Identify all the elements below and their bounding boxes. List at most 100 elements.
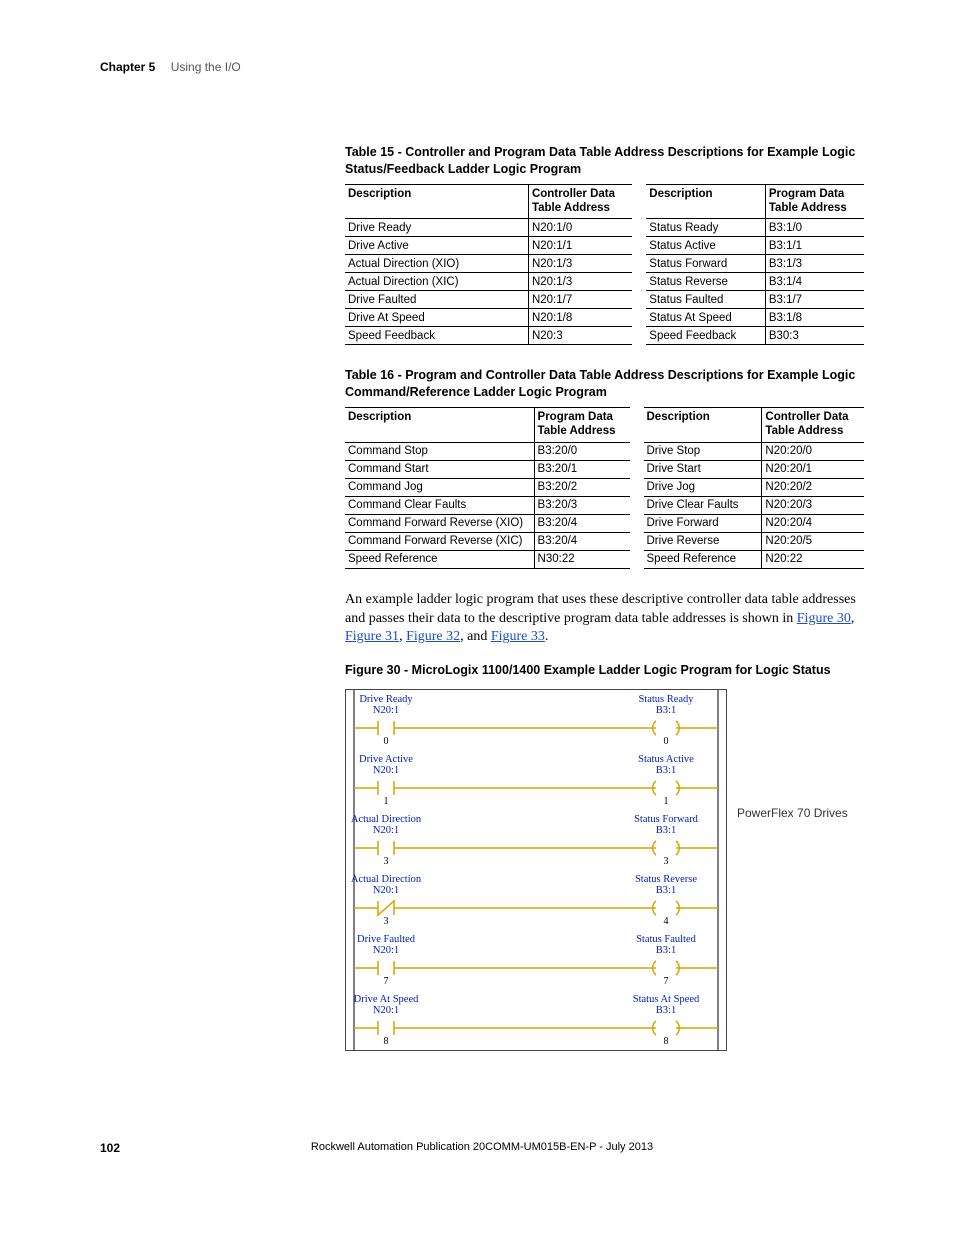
publication-line: Rockwell Automation Publication 20COMM-U… (311, 1141, 653, 1153)
cell: Speed Reference (345, 550, 534, 568)
table15-left-body: Drive Ready N20:1/0 Drive Active N20:1/1… (345, 219, 632, 345)
table-row: Command Start B3:20/1 (345, 460, 630, 478)
cell: B3:1/7 (765, 291, 864, 309)
table16: Description Program Data Table Address C… (345, 407, 864, 569)
cell: Command Stop (345, 442, 534, 460)
table15-right: Description Program Data Table Address S… (646, 184, 864, 346)
table16-title: Table 16 - Program and Controller Data T… (345, 367, 864, 401)
table15-title: Table 15 - Controller and Program Data T… (345, 144, 864, 178)
chapter-title: Using the I/O (171, 60, 241, 74)
table-row: Status Faulted B3:1/7 (646, 291, 864, 309)
table-row: Status Ready B3:1/0 (646, 219, 864, 237)
rung-left-bit: 3 (376, 856, 396, 867)
cell: N30:22 (534, 550, 629, 568)
cell: B3:1/3 (765, 255, 864, 273)
table-row: Actual Direction (XIC) N20:1/3 (345, 273, 632, 291)
rung-right-bit: 4 (656, 916, 676, 927)
link-figure31[interactable]: Figure 31 (345, 629, 399, 644)
table-row: Drive Ready N20:1/0 (345, 219, 632, 237)
rung-right-label: Status FaultedB3:1 (616, 934, 716, 956)
cell: Drive Clear Faults (644, 496, 762, 514)
cell: N20:20/0 (762, 442, 864, 460)
page-footer: 102 Rockwell Automation Publication 20CO… (100, 1141, 864, 1153)
cell: Command Forward Reverse (XIC) (345, 532, 534, 550)
rung-left-label: Actual DirectionN20:1 (341, 874, 431, 896)
cell: Drive Active (345, 237, 528, 255)
table15-left: Description Controller Data Table Addres… (345, 184, 632, 346)
col-head: Description (646, 184, 765, 219)
rung-right-bit: 7 (656, 976, 676, 987)
rung-left-bit: 3 (376, 916, 396, 927)
cell: N20:3 (528, 327, 632, 345)
table-row: Command Stop B3:20/0 (345, 442, 630, 460)
col-head: Description (345, 408, 534, 443)
cell: B3:20/4 (534, 514, 629, 532)
table-row: Drive Stop N20:20/0 (644, 442, 865, 460)
col-head: Program Data Table Address (534, 408, 629, 443)
table-row: Status At Speed B3:1/8 (646, 309, 864, 327)
link-figure32[interactable]: Figure 32 (406, 629, 460, 644)
ladder-rung: Actual DirectionN20:1 3 Status ReverseB3… (346, 870, 726, 930)
body-paragraph: An example ladder logic program that use… (345, 591, 864, 648)
rung-right-label: Status ForwardB3:1 (616, 814, 716, 836)
table15: Description Controller Data Table Addres… (345, 184, 864, 346)
table-row: Drive Forward N20:20/4 (644, 514, 865, 532)
table-row: Drive At Speed N20:1/8 (345, 309, 632, 327)
cell: B3:1/1 (765, 237, 864, 255)
cell: Drive Faulted (345, 291, 528, 309)
cell: Speed Feedback (345, 327, 528, 345)
cell: Drive At Speed (345, 309, 528, 327)
rung-left-label: Drive ActiveN20:1 (341, 754, 431, 776)
cell: N20:1/3 (528, 255, 632, 273)
col-head: Description (644, 408, 762, 443)
cell: B3:1/8 (765, 309, 864, 327)
cell: Speed Reference (644, 550, 762, 568)
cell: N20:20/3 (762, 496, 864, 514)
cell: B3:20/0 (534, 442, 629, 460)
cell: Command Forward Reverse (XIO) (345, 514, 534, 532)
rung-right-label: Status ActiveB3:1 (616, 754, 716, 776)
table-row: Drive Jog N20:20/2 (644, 478, 865, 496)
table-row: Speed Reference N20:22 (644, 550, 865, 568)
rung-right-label: Status At SpeedB3:1 (616, 994, 716, 1016)
cell: N20:20/4 (762, 514, 864, 532)
table-row: Command Clear Faults B3:20/3 (345, 496, 630, 514)
rung-right-bit: 0 (656, 736, 676, 747)
cell: Speed Feedback (646, 327, 765, 345)
table-row: Speed Feedback B30:3 (646, 327, 864, 345)
cell: Drive Ready (345, 219, 528, 237)
rung-right-bit: 1 (656, 796, 676, 807)
rung-left-bit: 0 (376, 736, 396, 747)
table16-right: Description Controller Data Table Addres… (644, 407, 865, 569)
table-row: Speed Feedback N20:3 (345, 327, 632, 345)
cell: B30:3 (765, 327, 864, 345)
figure30-title: Figure 30 - MicroLogix 1100/1400 Example… (345, 663, 864, 677)
cell: B3:20/3 (534, 496, 629, 514)
cell: Command Start (345, 460, 534, 478)
link-figure30[interactable]: Figure 30 (797, 611, 851, 626)
ladder-rung: Drive At SpeedN20:1 8 Status At SpeedB3:… (346, 990, 726, 1050)
cell: Actual Direction (XIC) (345, 273, 528, 291)
cell: N20:1/8 (528, 309, 632, 327)
cell: N20:1/7 (528, 291, 632, 309)
cell: Status Faulted (646, 291, 765, 309)
cell: N20:1/3 (528, 273, 632, 291)
cell: N20:20/1 (762, 460, 864, 478)
chapter-label: Chapter 5 (100, 60, 155, 74)
link-figure33[interactable]: Figure 33 (491, 629, 545, 644)
rung-left-bit: 7 (376, 976, 396, 987)
col-head: Program Data Table Address (765, 184, 864, 219)
rung-left-label: Actual DirectionN20:1 (341, 814, 431, 836)
table-row: Drive Clear Faults N20:20/3 (644, 496, 865, 514)
cell: Drive Start (644, 460, 762, 478)
table-row: Drive Active N20:1/1 (345, 237, 632, 255)
table16-left: Description Program Data Table Address C… (345, 407, 630, 569)
table-row: Command Forward Reverse (XIC) B3:20/4 (345, 532, 630, 550)
cell: Drive Forward (644, 514, 762, 532)
ladder-rung: Drive ActiveN20:1 1 Status ActiveB3:1 1 (346, 750, 726, 810)
cell: N20:1/1 (528, 237, 632, 255)
col-head: Controller Data Table Address (762, 408, 864, 443)
table-row: Actual Direction (XIO) N20:1/3 (345, 255, 632, 273)
cell: N20:22 (762, 550, 864, 568)
cell: N20:1/0 (528, 219, 632, 237)
